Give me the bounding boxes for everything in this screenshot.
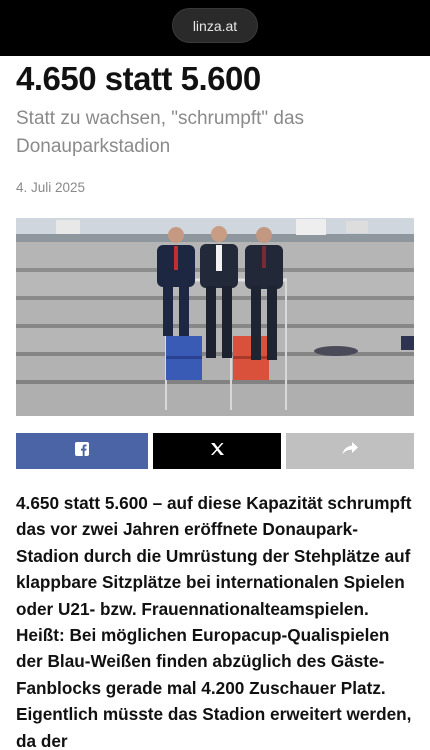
- share-arrow-icon: [342, 442, 358, 460]
- share-button[interactable]: [286, 433, 414, 469]
- article-subheadline: Statt zu wachsen, "schrumpft" das Donaup…: [16, 108, 305, 157]
- stadium-photo: [16, 218, 414, 416]
- share-bar: [16, 433, 414, 469]
- article-body: 4.650 statt 5.600 – auf diese Kapazität …: [16, 493, 412, 750]
- article-headline: 4.650 statt 5.600: [16, 60, 261, 97]
- x-share-button[interactable]: [153, 433, 281, 469]
- article-photo: [16, 218, 414, 416]
- browser-top-bar: linza.at: [0, 0, 430, 56]
- url-bar[interactable]: linza.at: [172, 8, 258, 43]
- article-date: 4. Juli 2025: [16, 180, 86, 195]
- facebook-icon: [75, 441, 89, 461]
- facebook-share-button[interactable]: [16, 433, 148, 469]
- x-icon: [210, 442, 225, 461]
